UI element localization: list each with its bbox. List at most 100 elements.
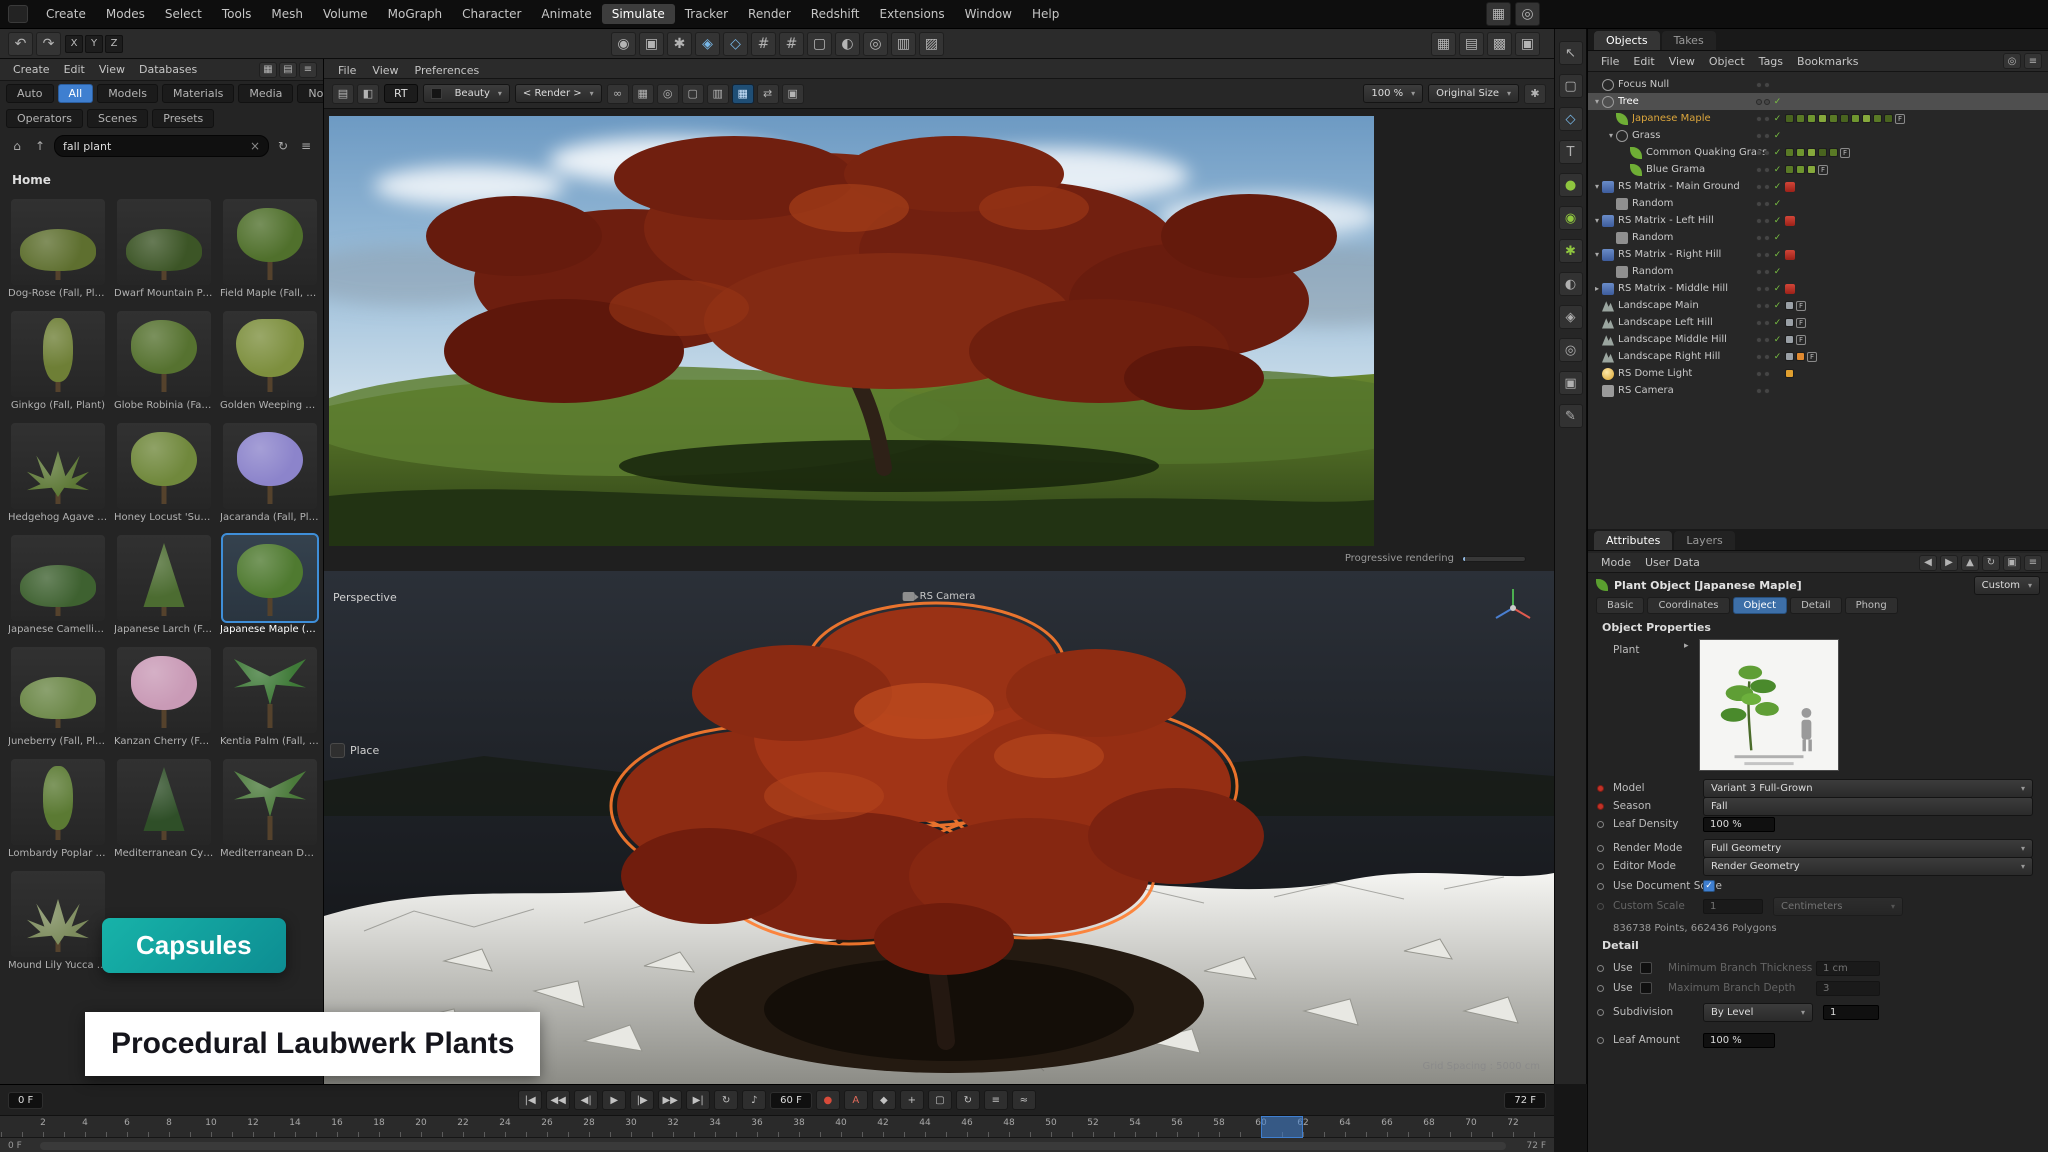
plant-expander-icon[interactable]: ▸ [1684, 641, 1689, 651]
material-chip[interactable] [1785, 369, 1794, 378]
simulate-cache-icon[interactable]: ◇ [723, 32, 748, 56]
range-track[interactable] [40, 1142, 1506, 1150]
browser-menu-icon[interactable]: ≡ [297, 137, 315, 155]
menu-mesh[interactable]: Mesh [261, 4, 313, 24]
display-tag-icon[interactable]: F [1796, 318, 1806, 328]
visibility-filter-icon[interactable]: ◎ [863, 32, 888, 56]
keyframe-dot[interactable] [1597, 803, 1604, 810]
attr-tab-detail[interactable]: Detail [1790, 597, 1841, 614]
enable-check-icon[interactable]: ✓ [1772, 233, 1783, 243]
material-chip[interactable] [1862, 114, 1871, 123]
forward-icon[interactable]: ▶ [1940, 555, 1958, 571]
film-layout-icon[interactable]: ▤ [1459, 32, 1484, 56]
workplane-icon[interactable]: ▢ [807, 32, 832, 56]
visibility-editor-dot[interactable] [1756, 320, 1762, 326]
om-menu-file[interactable]: File [1594, 53, 1626, 70]
rt-button[interactable]: RT [384, 84, 418, 103]
visibility-render-dot[interactable] [1764, 303, 1770, 309]
region-render-icon[interactable]: ▢ [682, 84, 704, 104]
object-row-japanese-maple[interactable]: Japanese Maple✓F [1588, 110, 2048, 127]
visibility-editor-dot[interactable] [1756, 82, 1762, 88]
material-chip[interactable] [1796, 165, 1805, 174]
material-chip[interactable] [1829, 114, 1838, 123]
axis-gizmo[interactable] [1490, 585, 1536, 631]
visibility-render-dot[interactable] [1764, 201, 1770, 207]
visibility-render-dot[interactable] [1764, 150, 1770, 156]
prev-frame-button[interactable]: ◀| [574, 1090, 598, 1110]
text-tool-icon[interactable]: T [1559, 140, 1583, 164]
redshift-tag-icon[interactable] [1785, 284, 1795, 294]
leaf-amount-field[interactable]: 100 % [1703, 1033, 1775, 1048]
safe-frame-icon[interactable]: ▥ [891, 32, 916, 56]
quantize-settings-icon[interactable]: # [779, 32, 804, 56]
min-branch-checkbox[interactable] [1640, 962, 1652, 974]
visibility-render-dot[interactable] [1764, 354, 1770, 360]
keyframe-dot[interactable] [1597, 821, 1604, 828]
asset-item-dog-rose-fall-plant[interactable]: Dog-Rose (Fall, Plant) [6, 197, 110, 301]
goto-end-button[interactable]: ▶| [686, 1090, 710, 1110]
asset-item-kanzan-cherry-fall-pl[interactable]: Kanzan Cherry (Fall, Pl... [112, 645, 216, 749]
viewport[interactable]: Perspective RS Camera Place Grid Spacing… [324, 571, 1554, 1084]
visibility-render-dot[interactable] [1764, 184, 1770, 190]
fullscreen-icon[interactable]: ▣ [782, 84, 804, 104]
panel-tab-layers[interactable]: Layers [1674, 531, 1734, 550]
visibility-render-dot[interactable] [1764, 320, 1770, 326]
panel-tab-takes[interactable]: Takes [1662, 31, 1716, 50]
interface-layout-icon[interactable]: ▦ [1486, 2, 1511, 26]
render-settings-icon[interactable]: ✱ [667, 32, 692, 56]
display-tag-icon[interactable]: F [1840, 148, 1850, 158]
link-render-view-icon[interactable]: ∞ [607, 84, 629, 104]
visibility-editor-dot[interactable] [1756, 116, 1762, 122]
menu-redshift[interactable]: Redshift [801, 4, 870, 24]
panel-tab-objects[interactable]: Objects [1594, 31, 1660, 50]
viewport-layout-icon[interactable]: ▦ [1431, 32, 1456, 56]
beauty-dropdown[interactable]: Beauty▾ [423, 84, 510, 103]
max-branch-checkbox[interactable] [1640, 982, 1652, 994]
visibility-render-dot[interactable] [1764, 235, 1770, 241]
enable-check-icon[interactable]: ✓ [1772, 114, 1783, 124]
asset-item-mediterranean-cypres[interactable]: Mediterranean Cypres... [112, 757, 216, 861]
visibility-editor-dot[interactable] [1756, 150, 1762, 156]
redshift-tag-icon[interactable] [1785, 250, 1795, 260]
measure-tool-icon[interactable]: ◐ [1559, 272, 1583, 296]
material-chip[interactable] [1785, 165, 1794, 174]
expander-icon[interactable]: ▾ [1592, 250, 1602, 259]
panel-menu-icon[interactable]: ≡ [299, 62, 317, 78]
visibility-editor-dot[interactable] [1756, 388, 1762, 394]
asset-item-honey-locust-sunbur[interactable]: Honey Locust 'Sunbur... [112, 421, 216, 525]
custom-scale-field[interactable]: 1 [1703, 899, 1763, 914]
preset-dropdown[interactable]: Custom▾ [1974, 576, 2040, 595]
material-chip[interactable] [1796, 114, 1805, 123]
material-chip[interactable] [1785, 352, 1794, 361]
back-icon[interactable]: ◀ [1919, 555, 1937, 571]
visibility-editor-dot[interactable] [1756, 218, 1762, 224]
om-menu-edit[interactable]: Edit [1626, 53, 1661, 70]
menu-animate[interactable]: Animate [531, 4, 601, 24]
object-row-rs-matrix-main-ground[interactable]: ▾RS Matrix - Main Ground✓ [1588, 178, 2048, 195]
object-row-random[interactable]: Random✓ [1588, 229, 2048, 246]
display-tag-icon[interactable]: F [1895, 114, 1905, 124]
up-icon[interactable]: ▲ [1961, 555, 1979, 571]
attr-menu-mode[interactable]: Mode [1594, 554, 1638, 571]
display-tag-icon[interactable]: F [1796, 335, 1806, 345]
lock-icon[interactable]: ▣ [2003, 555, 2021, 571]
visibility-render-dot[interactable] [1764, 167, 1770, 173]
axis-x-toggle[interactable]: X [65, 35, 83, 53]
material-chip[interactable] [1785, 318, 1794, 327]
visibility-render-dot[interactable] [1764, 286, 1770, 292]
asset-item-hedgehog-agave-fall[interactable]: Hedgehog Agave (Fall... [6, 421, 110, 525]
filter-presets[interactable]: Presets [152, 109, 214, 128]
material-chip[interactable] [1785, 114, 1794, 123]
asset-item-field-maple-fall-plant[interactable]: Field Maple (Fall, Plant) [218, 197, 322, 301]
max-branch-field[interactable]: 3 [1816, 981, 1880, 996]
filter-auto[interactable]: Auto [6, 84, 54, 103]
visibility-render-dot[interactable] [1764, 116, 1770, 122]
visibility-editor-dot[interactable] [1756, 133, 1762, 139]
object-row-landscape-middle-hill[interactable]: Landscape Middle Hill✓F [1588, 331, 2048, 348]
rv-menu-view[interactable]: View [364, 62, 406, 79]
menu-create[interactable]: Create [36, 4, 96, 24]
render-mode-dropdown[interactable]: Full Geometry▾ [1703, 839, 2033, 858]
list-view-icon[interactable]: ▤ [279, 62, 297, 78]
visibility-editor-dot[interactable] [1756, 303, 1762, 309]
autokey-button[interactable]: A [844, 1090, 868, 1110]
